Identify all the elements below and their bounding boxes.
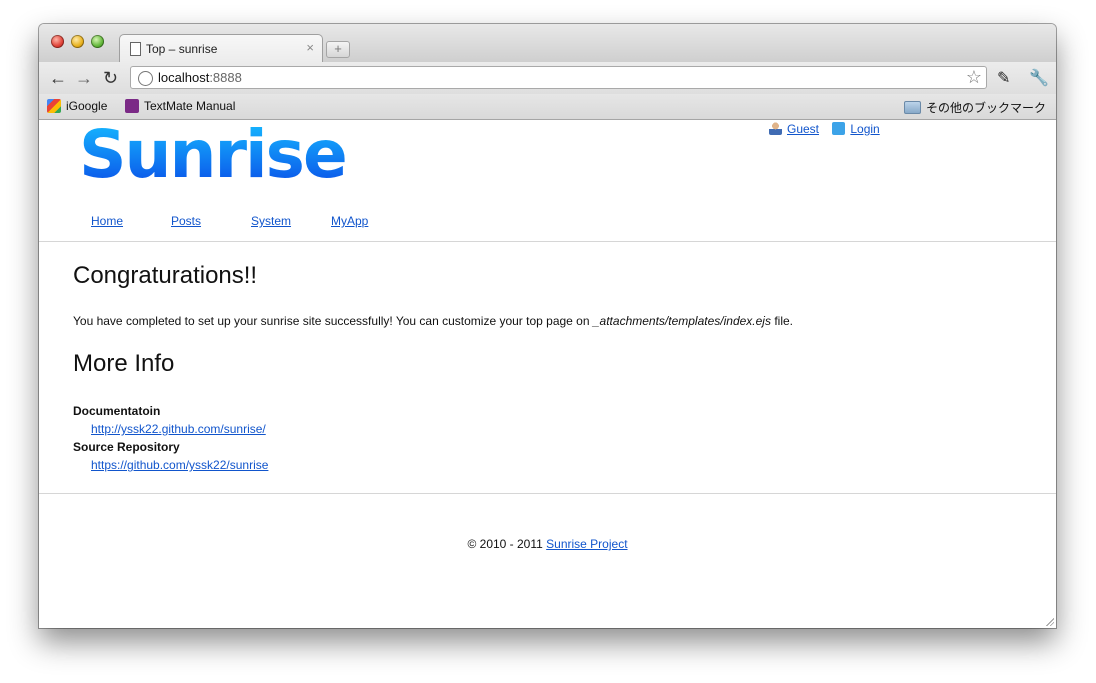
browser-tab[interactable]: Top – sunrise ×: [119, 34, 323, 63]
zoom-window-button[interactable]: [91, 35, 104, 48]
nav-myapp[interactable]: MyApp: [331, 214, 368, 228]
login-link[interactable]: Login: [850, 122, 879, 136]
bookmark-star-icon[interactable]: ☆: [966, 67, 982, 88]
tab-title: Top – sunrise: [146, 42, 218, 56]
tab-close-icon[interactable]: ×: [306, 40, 314, 55]
igoogle-icon: [47, 99, 61, 113]
twitter-icon: [832, 122, 846, 135]
page-content: Sunrise Guest Login Home Posts System My…: [39, 120, 1056, 628]
title-bar: Top – sunrise × +: [39, 24, 1056, 63]
url-text[interactable]: localhost:8888: [158, 70, 242, 85]
reload-icon[interactable]: ↻: [103, 68, 118, 89]
back-arrow-icon[interactable]: ←: [49, 68, 67, 89]
copyright-text: © 2010 - 2011: [467, 537, 547, 551]
browser-toolbar: ← → ↻ localhost:8888 ☆ ✎ 🔧: [39, 62, 1056, 94]
sunrise-project-link[interactable]: Sunrise Project: [546, 537, 627, 551]
repository-label: Source Repository: [73, 440, 180, 454]
intro-paragraph: You have completed to set up your sunris…: [73, 314, 793, 328]
address-bar[interactable]: localhost:8888 ☆: [130, 66, 987, 89]
footer: © 2010 - 2011 Sunrise Project: [39, 537, 1056, 551]
forward-arrow-icon[interactable]: →: [75, 68, 93, 89]
documentation-link[interactable]: http://yssk22.github.com/sunrise/: [91, 420, 268, 438]
info-list: Documentatoin http://yssk22.github.com/s…: [73, 402, 268, 474]
guest-link[interactable]: Guest: [787, 122, 819, 136]
bookmark-textmate-manual[interactable]: TextMate Manual: [125, 99, 235, 113]
folder-icon: [903, 101, 921, 114]
minimize-window-button[interactable]: [71, 35, 84, 48]
page-title: Congraturations!!: [73, 262, 258, 289]
main-content: Congraturations!! You have completed to …: [73, 262, 1003, 472]
other-bookmarks[interactable]: その他のブックマーク: [903, 99, 1046, 116]
globe-icon: [138, 71, 153, 86]
template-path: _attachments/templates/index.ejs: [592, 314, 771, 328]
wrench-menu-icon[interactable]: 🔧: [1029, 68, 1049, 88]
user-links: Guest Login: [769, 122, 880, 136]
page-icon: [130, 42, 141, 56]
browser-window: Top – sunrise × + ← → ↻ localhost:8888 ☆…: [39, 24, 1056, 628]
documentation-label: Documentatoin: [73, 404, 161, 418]
resize-grip[interactable]: [1044, 616, 1054, 626]
new-tab-button[interactable]: +: [326, 41, 350, 58]
nav-system[interactable]: System: [251, 214, 291, 228]
repository-link[interactable]: https://github.com/yssk22/sunrise: [91, 456, 268, 474]
nav-posts[interactable]: Posts: [171, 214, 201, 228]
close-window-button[interactable]: [51, 35, 64, 48]
user-icon: [769, 122, 782, 135]
bookmark-igoogle[interactable]: iGoogle: [47, 99, 107, 113]
more-info-heading: More Info: [73, 350, 175, 377]
page-menu-icon[interactable]: ✎: [997, 68, 1010, 88]
footer-divider: [39, 493, 1056, 494]
textmate-icon: [125, 99, 139, 113]
nav-home[interactable]: Home: [91, 214, 123, 228]
sunrise-logo[interactable]: Sunrise: [79, 122, 348, 188]
header-divider: [39, 241, 1056, 242]
